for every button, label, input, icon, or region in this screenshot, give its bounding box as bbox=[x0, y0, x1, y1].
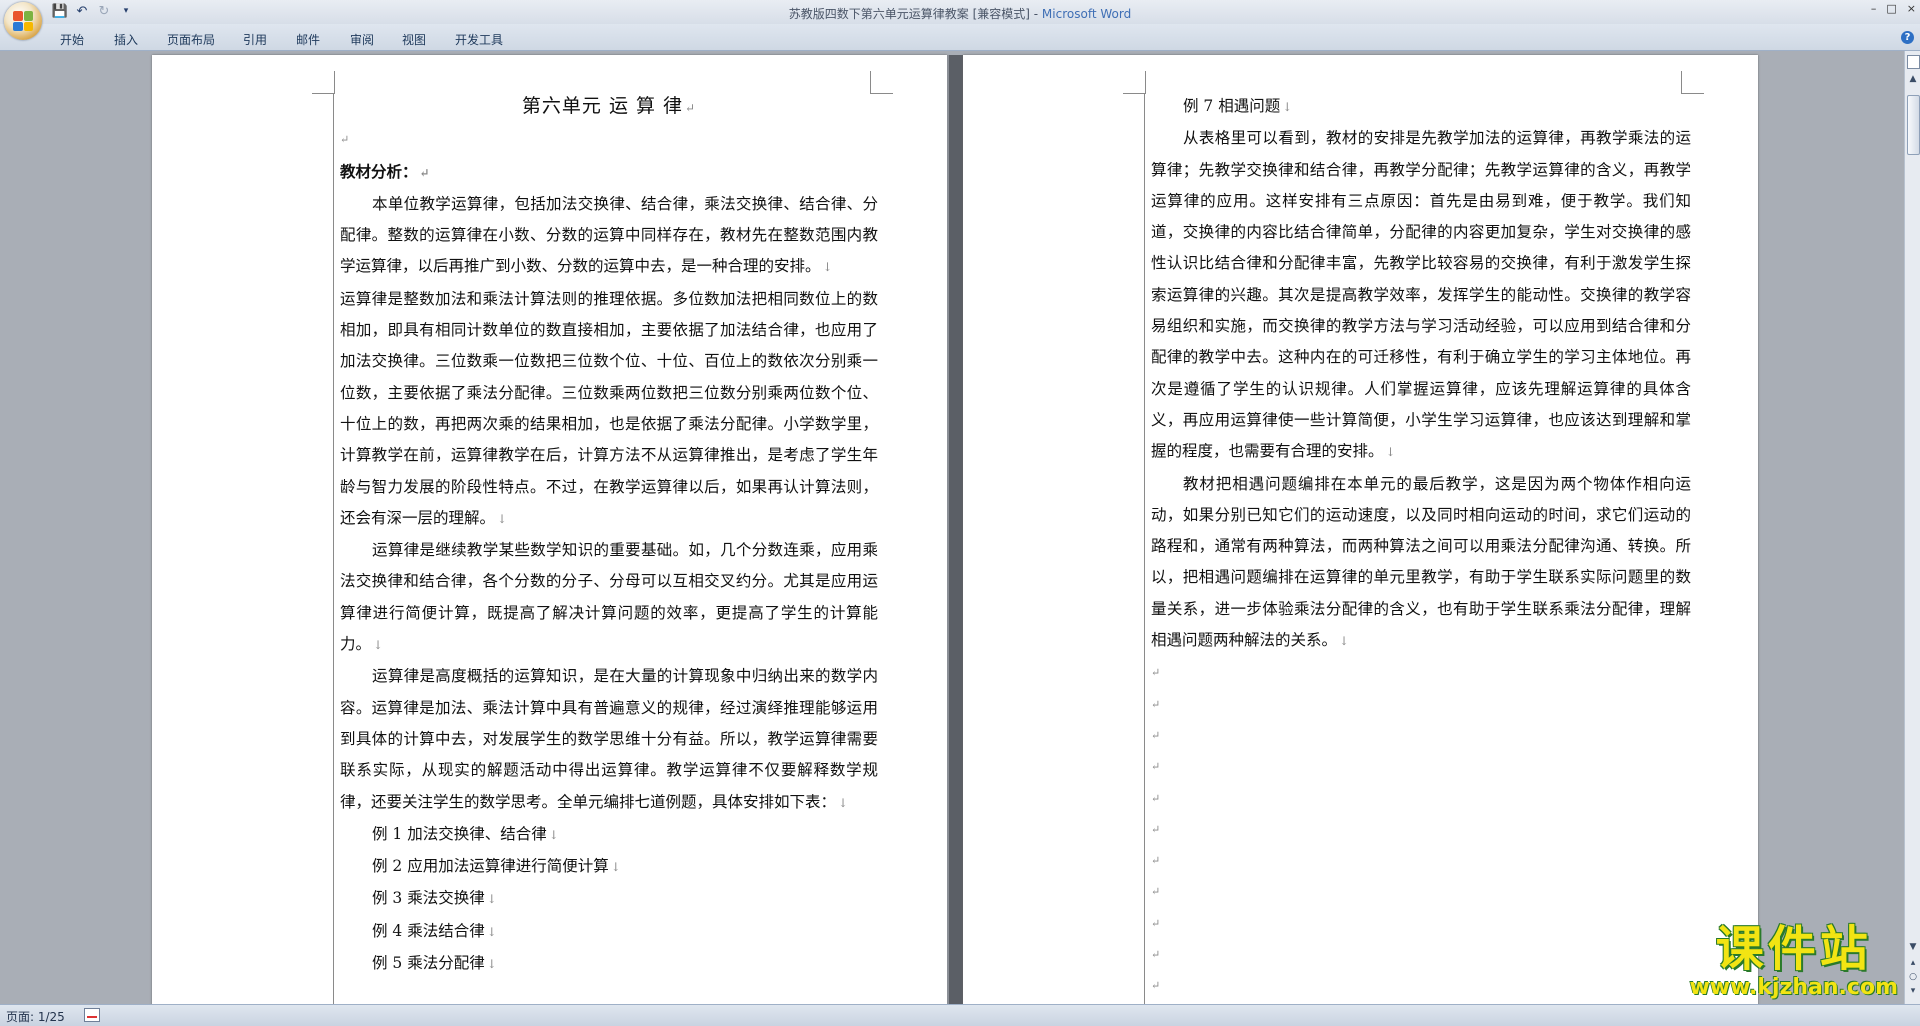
page-2: 例 7 相遇问题 ↓ 从表格里可以看到，教材的安排是先教学加法的运算律，再教学乘法… bbox=[963, 55, 1758, 1004]
scroll-down-icon[interactable]: ▼ bbox=[1907, 941, 1919, 953]
document-title: 苏教版四数下第六单元运算律教案 [兼容模式] - bbox=[788, 7, 1042, 21]
margin-corner-mark bbox=[312, 71, 335, 94]
margin-line bbox=[333, 93, 334, 1004]
ribbon-tabs: 开始 插入 页面布局 引用 邮件 审阅 视图 开发工具 ? bbox=[0, 24, 1920, 51]
paragraph: 教材把相遇问题编排在本单元的最后教学，这是因为两个物体作相向运动，如果分别已知它… bbox=[1151, 474, 1691, 650]
tab-view[interactable]: 视图 bbox=[402, 31, 426, 48]
empty-paragraph: ↵ bbox=[1151, 666, 1161, 680]
example-item: 例 7 相遇问题 ↓ bbox=[1183, 97, 1293, 115]
page-counter[interactable]: 页面: 1/25 bbox=[6, 1008, 65, 1025]
tab-references[interactable]: 引用 bbox=[243, 31, 267, 48]
page-1-text[interactable]: 第六单元 运 算 律 ↵ ↵ 教材分析： ↵ 本单位教学运算律，包括加法交换律、结合… bbox=[340, 91, 878, 980]
example-item: 例 4 乘法结合律 ↓ bbox=[372, 921, 497, 940]
example-item: 例 5 乘法分配律 ↓ bbox=[372, 954, 497, 973]
empty-paragraph: ↵ bbox=[1151, 854, 1161, 868]
previous-page-icon[interactable]: ▴ bbox=[1907, 957, 1919, 969]
empty-paragraph: ↵ bbox=[1151, 916, 1161, 930]
example-item: 例 1 加法交换律、结合律 ↓ bbox=[372, 824, 559, 843]
site-watermark: 课件站 www.kjzhan.com bbox=[1689, 922, 1898, 1000]
paragraph: 从表格里可以看到，教材的安排是先教学加法的运算律，再教学乘法的运算律；先教学交换… bbox=[1151, 129, 1691, 461]
app-name: Microsoft Word bbox=[1041, 7, 1132, 21]
empty-paragraph: ↵ bbox=[1151, 979, 1161, 993]
page-gutter bbox=[947, 55, 963, 1004]
empty-paragraph: ↵ bbox=[1151, 760, 1161, 774]
tab-home[interactable]: 开始 bbox=[60, 31, 84, 48]
window-controls: – □ × bbox=[1871, 2, 1916, 15]
scroll-thumb[interactable] bbox=[1907, 95, 1920, 155]
page-2-text[interactable]: 例 7 相遇问题 ↓ 从表格里可以看到，教材的安排是先教学加法的运算律，再教学乘法… bbox=[1151, 91, 1691, 1002]
window-title: 苏教版四数下第六单元运算律教案 [兼容模式] - Microsoft Word bbox=[0, 5, 1920, 22]
tab-mailings[interactable]: 邮件 bbox=[296, 31, 320, 48]
tab-developer[interactable]: 开发工具 bbox=[455, 31, 503, 48]
empty-paragraph: ↵ bbox=[1151, 791, 1161, 805]
scroll-up-icon[interactable]: ▲ bbox=[1907, 73, 1919, 85]
close-icon[interactable]: × bbox=[1907, 2, 1916, 15]
tab-page-layout[interactable]: 页面布局 bbox=[167, 31, 215, 48]
paragraph: 运算律是高度概括的运算知识，是在大量的计算现象中归纳出来的数学内容。运算律是加法… bbox=[340, 667, 878, 811]
title-bar: 💾 ↶ ↻ ▾ 苏教版四数下第六单元运算律教案 [兼容模式] - Microso… bbox=[0, 0, 1920, 40]
minimize-icon[interactable]: – bbox=[1871, 2, 1877, 15]
example-item: 例 2 应用加法运算律进行简便计算 ↓ bbox=[372, 857, 621, 876]
tab-review[interactable]: 审阅 bbox=[350, 31, 374, 48]
tab-insert[interactable]: 插入 bbox=[114, 31, 138, 48]
select-browse-object-icon[interactable]: ○ bbox=[1907, 971, 1919, 983]
watermark-title: 课件站 bbox=[1715, 921, 1872, 977]
ruler-toggle-icon[interactable] bbox=[1907, 55, 1920, 69]
empty-paragraph: ↵ bbox=[1151, 885, 1161, 899]
section-heading: 教材分析： ↵ bbox=[340, 161, 430, 181]
office-button[interactable] bbox=[4, 2, 42, 40]
next-page-icon[interactable]: ▾ bbox=[1907, 985, 1919, 997]
maximize-icon[interactable]: □ bbox=[1886, 2, 1896, 15]
document-workspace: 第六单元 运 算 律 ↵ ↵ 教材分析： ↵ 本单位教学运算律，包括加法交换律、结合… bbox=[0, 51, 1904, 1004]
empty-paragraph: ↵ bbox=[1151, 948, 1161, 962]
margin-corner-mark bbox=[1123, 71, 1146, 94]
vertical-scrollbar[interactable]: ▲ ▼ ▴ ○ ▾ bbox=[1904, 51, 1920, 1004]
document-heading: 第六单元 运 算 律 ↵ bbox=[521, 95, 697, 117]
paragraph: 运算律是整数加法和乘法计算法则的推理依据。多位数加法把相同数位上的数相加，即具有… bbox=[340, 289, 878, 527]
empty-paragraph: ↵ bbox=[1151, 697, 1161, 711]
empty-paragraph: ↵ bbox=[340, 133, 350, 147]
margin-line bbox=[1144, 93, 1145, 1004]
paragraph: 本单位教学运算律，包括加法交换律、结合律，乘法交换律、结合律、分配律。整数的运算… bbox=[340, 194, 878, 276]
example-item: 例 3 乘法交换律 ↓ bbox=[372, 889, 497, 908]
paragraph: 运算律是继续教学某些数学知识的重要基础。如，几个分数连乘，应用乘法交换律和结合律… bbox=[340, 541, 878, 654]
status-bar: 页面: 1/25 bbox=[0, 1004, 1920, 1026]
help-icon[interactable]: ? bbox=[1901, 31, 1914, 44]
empty-paragraph: ↵ bbox=[1151, 728, 1161, 742]
empty-paragraph: ↵ bbox=[1151, 822, 1161, 836]
page-1: 第六单元 运 算 律 ↵ ↵ 教材分析： ↵ 本单位教学运算律，包括加法交换律、结合… bbox=[152, 55, 947, 1004]
proofing-status-icon[interactable] bbox=[84, 1008, 100, 1022]
office-logo-icon bbox=[13, 11, 33, 31]
watermark-url: www.kjzhan.com bbox=[1689, 975, 1898, 1000]
